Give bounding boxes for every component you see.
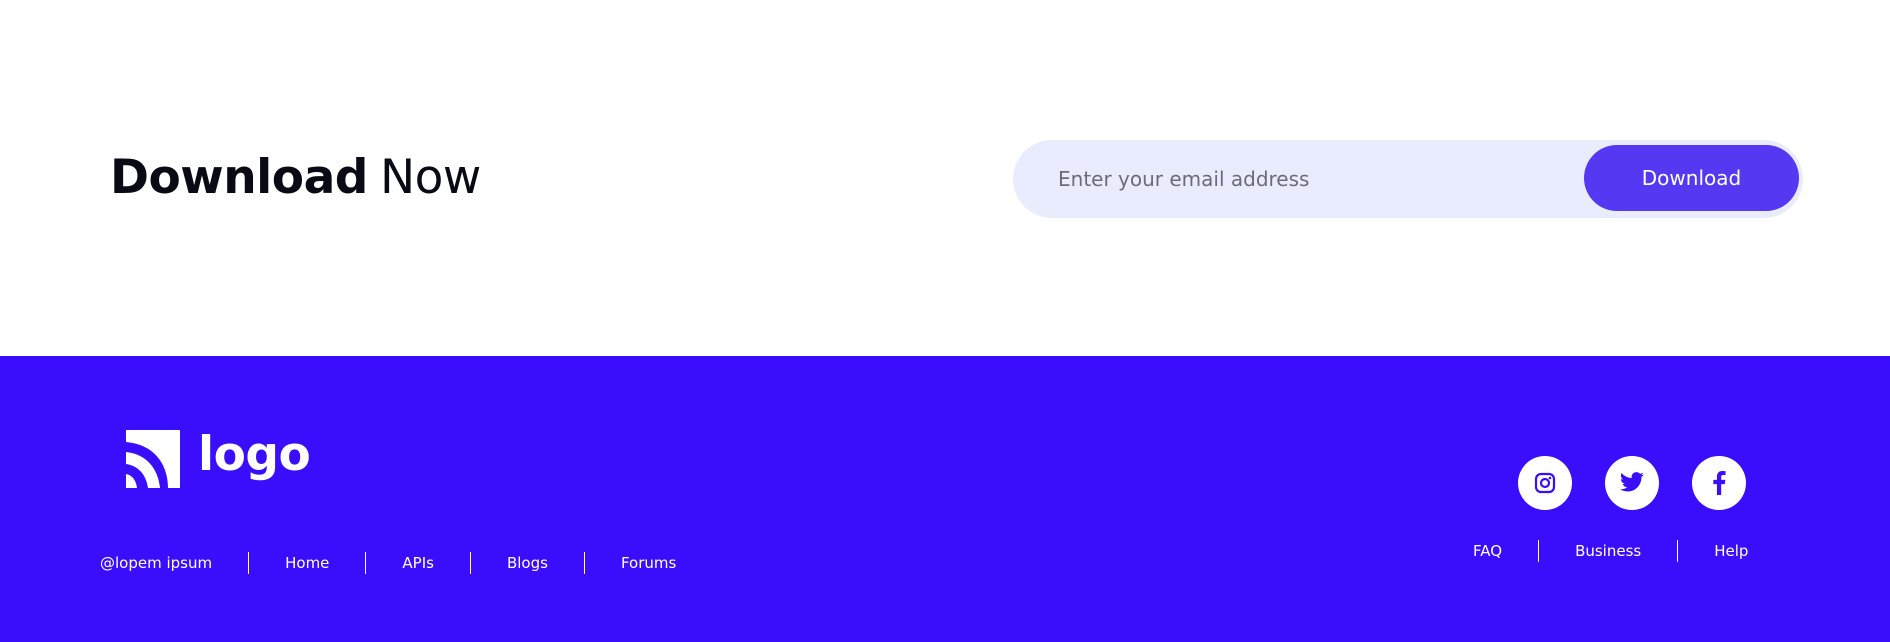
logo-mark-icon [126,430,180,488]
heading-light: Now [379,150,481,205]
footer-link-home[interactable]: Home [285,552,329,574]
footer-link-business[interactable]: Business [1575,540,1641,562]
footer-logo[interactable]: logo [122,426,311,488]
nav-divider [365,552,367,574]
footer-link-apis[interactable]: APIs [402,552,434,574]
footer-link-blogs[interactable]: Blogs [507,552,548,574]
email-input[interactable] [1058,159,1558,199]
logo-text: logo [198,427,311,482]
nav-divider [1538,540,1540,562]
download-heading: Download Now [110,146,481,210]
heading-bold: Download [110,150,368,205]
instagram-icon [1534,472,1556,494]
footer: logo @lopem ipsum Home APIs Blogs Forums… [0,356,1890,642]
nav-divider [1677,540,1679,562]
facebook-icon [1713,471,1726,495]
footer-link-help[interactable]: Help [1714,540,1748,562]
download-button[interactable]: Download [1584,145,1799,211]
nav-divider [248,552,250,574]
instagram-button[interactable] [1518,456,1572,510]
copyright-text: @lopem ipsum [100,554,213,572]
twitter-button[interactable] [1605,456,1659,510]
download-section: DownloadNow Download [0,0,1890,356]
facebook-button[interactable] [1692,456,1746,510]
footer-nav-left: @lopem ipsum Home APIs Blogs Forums [100,552,712,574]
footer-nav-right: FAQ Business Help [1450,540,1748,562]
twitter-icon [1620,472,1644,492]
email-signup-form: Download [1013,140,1803,218]
footer-link-forums[interactable]: Forums [621,552,676,574]
nav-divider [583,552,585,574]
footer-link-faq[interactable]: FAQ [1473,540,1502,562]
nav-divider [469,552,471,574]
